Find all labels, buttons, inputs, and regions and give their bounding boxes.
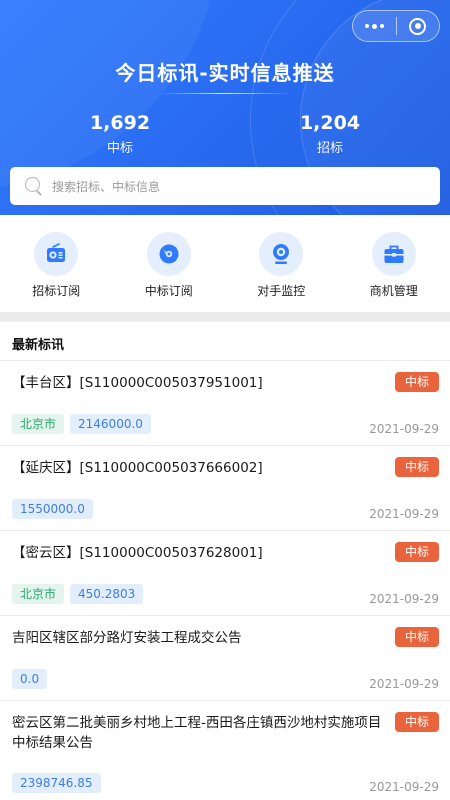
stat-value: 1,692	[89, 112, 151, 134]
title-underline	[158, 93, 292, 94]
status-badge: 中标	[395, 542, 439, 562]
decor-arc	[0, 0, 220, 190]
item-tags: 北京市 450.2803	[12, 584, 144, 604]
status-badge: 中标	[395, 712, 439, 732]
amount-tag: 2146000.0	[70, 414, 151, 434]
amount-tag: 1550000.0	[12, 499, 93, 519]
stat-label: 中标	[106, 141, 133, 156]
list-item[interactable]: 密云区第二批美丽乡村地上工程-西田各庄镇西沙地村实施项目中标结果公告 中标 23…	[0, 701, 450, 800]
item-tags: 1550000.0	[12, 499, 93, 519]
stat-value: 1,204	[299, 112, 361, 134]
item-title: 【密云区】[S110000C005037628001]	[12, 545, 263, 561]
item-date: 2021-09-29	[369, 422, 439, 436]
bid-list: 【丰台区】[S110000C005037951001] 中标 北京市 21460…	[0, 361, 450, 800]
list-item[interactable]: 吉阳区辖区部分路灯安装工程成交公告 中标 0.0 2021-09-29	[0, 616, 450, 701]
status-badge: 中标	[395, 627, 439, 647]
stat-tenders[interactable]: 1,204 招标	[265, 112, 395, 156]
search-input[interactable]: 搜索招标、中标信息	[10, 167, 440, 205]
status-badge: 中标	[395, 372, 439, 392]
item-title: 【丰台区】[S110000C005037951001]	[12, 375, 263, 391]
radio-icon	[34, 232, 78, 276]
page-title: 今日标讯-实时信息推送	[115, 61, 335, 85]
item-tags: 2398746.85	[12, 773, 101, 793]
briefcase-icon	[371, 232, 416, 276]
region-tag: 北京市	[12, 414, 65, 434]
target-close-icon[interactable]	[396, 11, 439, 41]
webcam-icon	[259, 232, 303, 276]
search-icon	[25, 177, 43, 196]
menu-tender-subscribe[interactable]: 招标订阅	[0, 215, 113, 312]
more-dots-icon[interactable]	[353, 11, 396, 41]
amount-tag: 2398746.85	[12, 773, 101, 793]
menu-label: 商机管理	[369, 284, 418, 298]
menu-label: 中标订阅	[144, 284, 193, 298]
item-tags: 0.0	[12, 669, 48, 689]
amount-tag: 450.2803	[70, 584, 144, 604]
item-date: 2021-09-29	[369, 592, 439, 606]
disc-icon	[146, 232, 191, 276]
quick-menu: 招标订阅 中标订阅 对手监控 商机管理	[0, 215, 450, 312]
stat-label: 招标	[316, 141, 343, 156]
item-date: 2021-09-29	[369, 677, 439, 691]
status-badge: 中标	[395, 457, 439, 477]
menu-competitor-monitor[interactable]: 对手监控	[225, 215, 338, 312]
list-item[interactable]: 【密云区】[S110000C005037628001] 中标 北京市 450.2…	[0, 531, 450, 616]
stat-winning-bids[interactable]: 1,692 中标	[55, 112, 185, 156]
menu-label: 对手监控	[257, 284, 306, 298]
miniprogram-capsule	[352, 10, 440, 42]
section-divider	[0, 312, 450, 322]
menu-opportunity-manage[interactable]: 商机管理	[338, 215, 450, 312]
item-date: 2021-09-29	[369, 507, 439, 521]
item-title: 【延庆区】[S110000C005037666002]	[12, 460, 263, 476]
search-placeholder: 搜索招标、中标信息	[52, 179, 161, 194]
section-title: 最新标讯	[12, 338, 65, 353]
menu-award-subscribe[interactable]: 中标订阅	[113, 215, 226, 312]
list-item[interactable]: 【延庆区】[S110000C005037666002] 中标 1550000.0…	[0, 446, 450, 531]
menu-label: 招标订阅	[32, 284, 81, 298]
item-date: 2021-09-29	[369, 780, 439, 794]
header-banner: 今日标讯-实时信息推送 1,692 中标 1,204 招标 搜索招标、中标信息	[0, 0, 450, 215]
amount-tag: 0.0	[12, 669, 48, 689]
item-tags: 北京市 2146000.0	[12, 414, 151, 434]
item-title: 吉阳区辖区部分路灯安装工程成交公告	[12, 630, 242, 646]
list-item[interactable]: 【丰台区】[S110000C005037951001] 中标 北京市 21460…	[0, 361, 450, 446]
region-tag: 北京市	[12, 584, 65, 604]
item-title: 密云区第二批美丽乡村地上工程-西田各庄镇西沙地村实施项目中标结果公告	[12, 715, 382, 751]
